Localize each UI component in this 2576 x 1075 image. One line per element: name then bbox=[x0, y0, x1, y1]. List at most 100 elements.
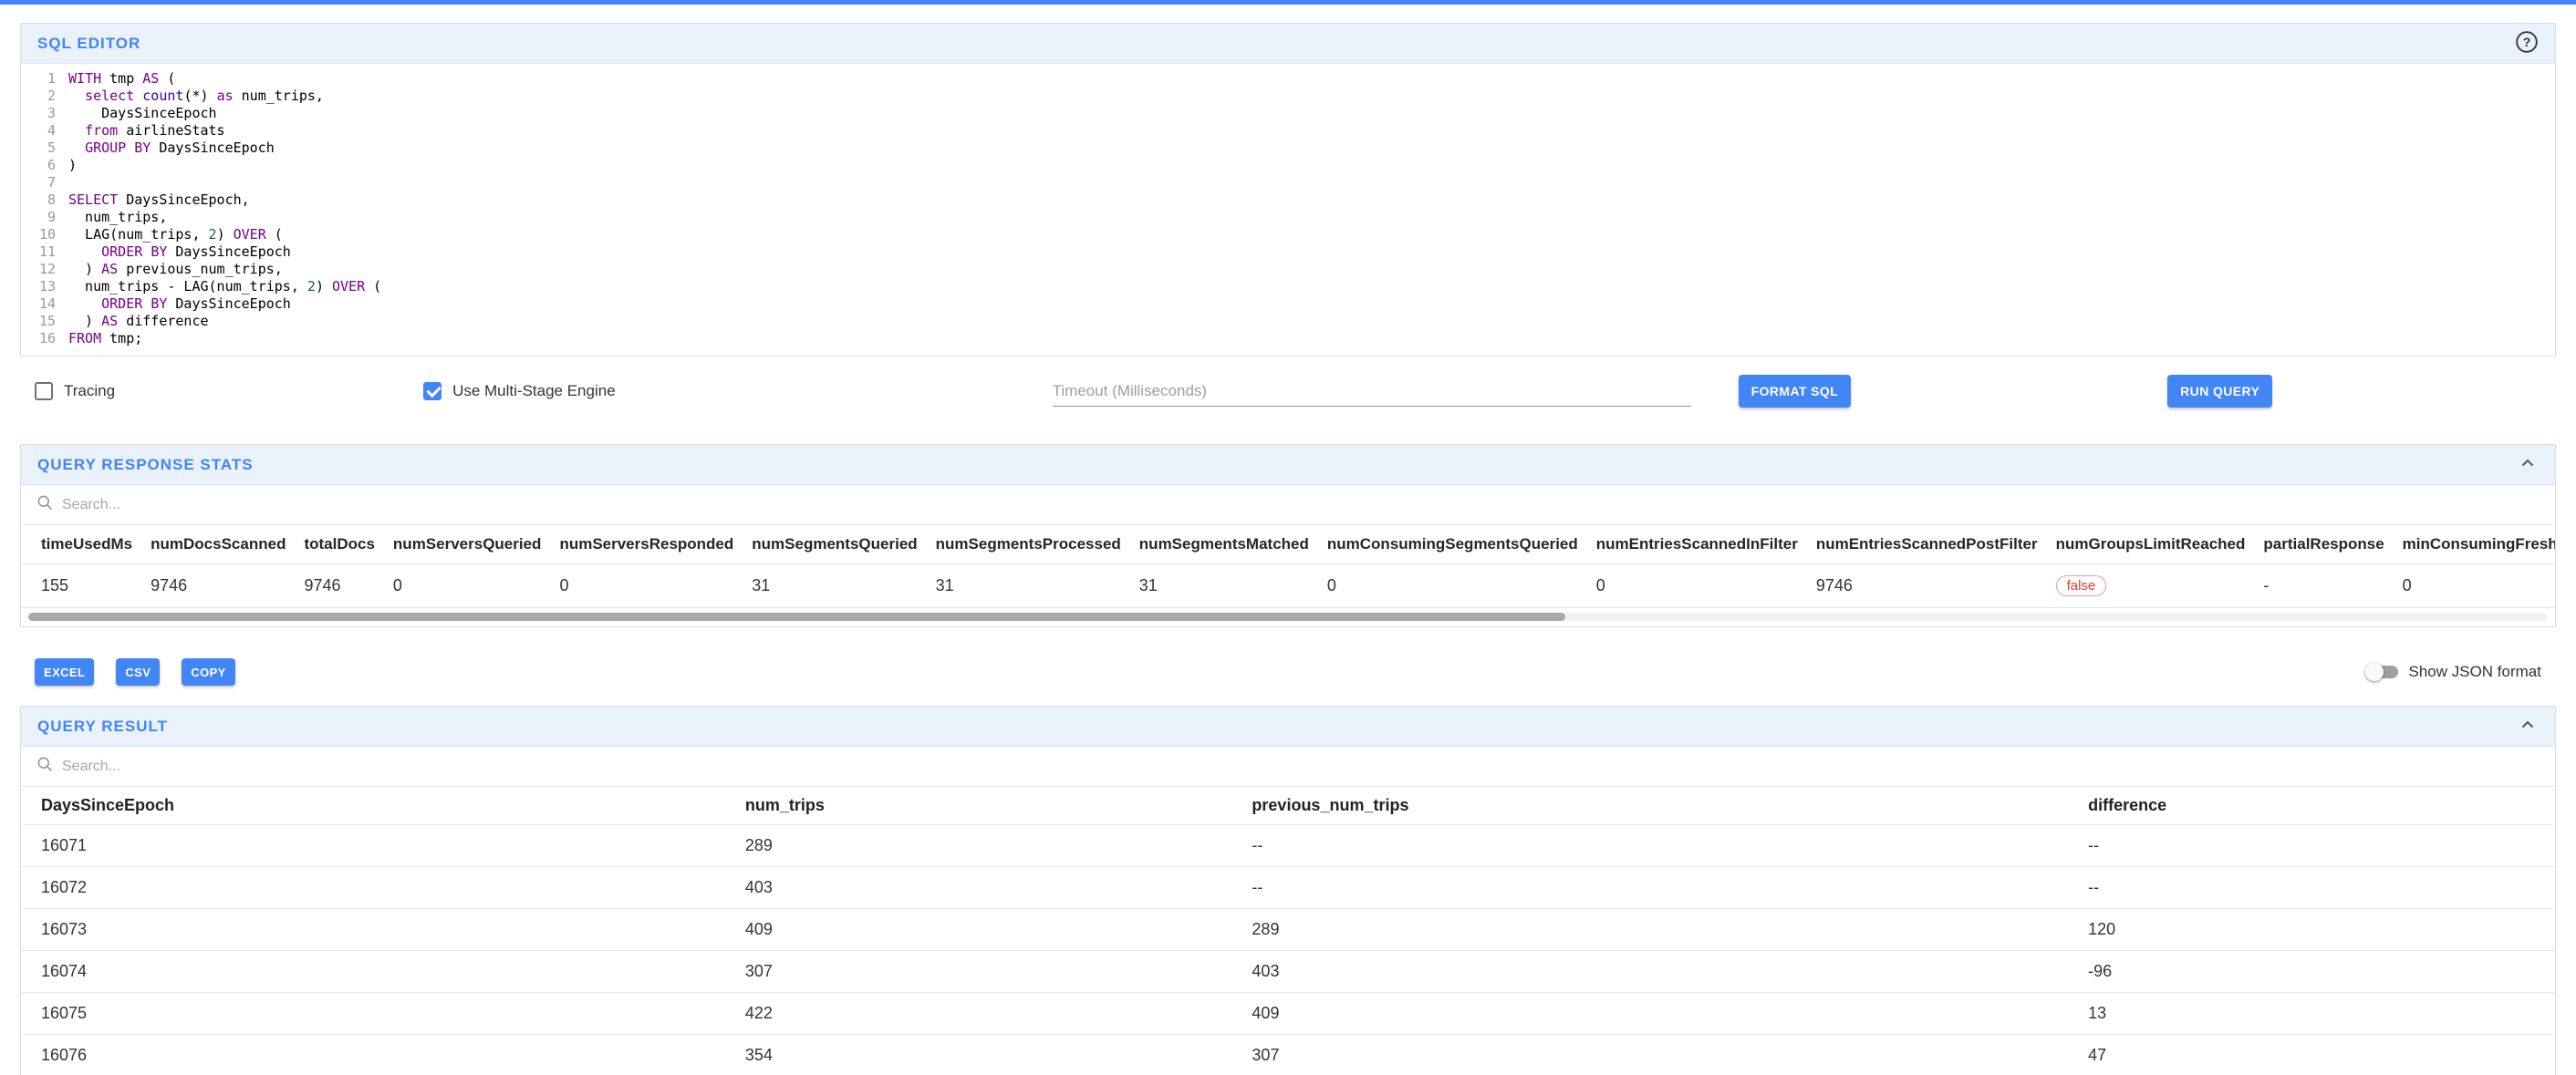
stats-cell: 31 bbox=[1130, 564, 1318, 608]
sql-editor-header: SQL EDITOR ? bbox=[21, 24, 2555, 64]
stats-column-header[interactable]: totalDocs bbox=[295, 525, 383, 564]
code-line[interactable]: select count(*) as num_trips, bbox=[68, 88, 2555, 105]
line-number: 1 bbox=[21, 70, 56, 88]
result-header-row: DaysSinceEpochnum_tripsprevious_num_trip… bbox=[21, 787, 2555, 825]
code-line[interactable]: ORDER BY DaysSinceEpoch bbox=[68, 243, 2555, 261]
code-line[interactable]: num_trips - LAG(num_trips, 2) OVER ( bbox=[68, 278, 2555, 295]
stats-table-scroll-area[interactable]: timeUsedMsnumDocsScannedtotalDocsnumServ… bbox=[21, 525, 2555, 608]
sql-editor-title: SQL EDITOR bbox=[37, 35, 140, 53]
stats-column-header[interactable]: numDocsScanned bbox=[141, 525, 295, 564]
result-cell: 120 bbox=[2073, 909, 2555, 951]
result-cell: 16075 bbox=[21, 993, 731, 1035]
stats-column-header[interactable]: numServersResponded bbox=[550, 525, 743, 564]
result-cell: 13 bbox=[2073, 993, 2555, 1035]
result-cell: 307 bbox=[1237, 1035, 2073, 1075]
query-console-page: SQL EDITOR ? 12345678910111213141516 WIT… bbox=[0, 5, 2576, 1075]
stats-data-row: 1559746974600313131009746false-00 bbox=[21, 564, 2555, 608]
result-cell: 409 bbox=[1237, 993, 2073, 1035]
table-row: 1607542240913 bbox=[21, 993, 2555, 1035]
stats-search-input[interactable] bbox=[62, 497, 445, 513]
result-collapse-button[interactable] bbox=[2517, 714, 2539, 739]
code-line[interactable]: SELECT DaysSinceEpoch, bbox=[68, 191, 2555, 209]
stats-column-header[interactable]: timeUsedMs bbox=[21, 525, 141, 564]
csv-button[interactable]: CSV bbox=[116, 658, 160, 686]
line-number: 3 bbox=[21, 105, 56, 122]
multi-stage-checkbox[interactable] bbox=[423, 382, 441, 400]
result-panel-title: QUERY RESULT bbox=[37, 718, 168, 736]
stats-column-header[interactable]: numSegmentsMatched bbox=[1130, 525, 1318, 564]
result-cell: 403 bbox=[731, 867, 1238, 909]
table-row: 16074307403-96 bbox=[21, 951, 2555, 993]
query-result-panel: QUERY RESULT DaysSinceEpochnum_tripsprev… bbox=[20, 706, 2556, 1075]
stats-column-header[interactable]: partialResponse bbox=[2254, 525, 2393, 564]
code-area[interactable]: WITH tmp AS ( select count(*) as num_tri… bbox=[68, 70, 2555, 347]
stats-panel-title: QUERY RESPONSE STATS bbox=[37, 456, 254, 474]
stats-column-header[interactable]: numSegmentsProcessed bbox=[927, 525, 1130, 564]
tracing-checkbox[interactable] bbox=[35, 382, 53, 400]
result-cell: 409 bbox=[731, 909, 1238, 951]
result-panel-header: QUERY RESULT bbox=[21, 707, 2555, 747]
line-number: 10 bbox=[21, 226, 56, 243]
line-number: 6 bbox=[21, 157, 56, 174]
horizontal-scrollbar-thumb[interactable] bbox=[28, 613, 1565, 621]
stats-header-row: timeUsedMsnumDocsScannedtotalDocsnumServ… bbox=[21, 525, 2555, 564]
result-table: DaysSinceEpochnum_tripsprevious_num_trip… bbox=[21, 787, 2555, 1075]
sql-code-editor[interactable]: 12345678910111213141516 WITH tmp AS ( se… bbox=[21, 64, 2555, 356]
code-line[interactable]: num_trips, bbox=[68, 209, 2555, 226]
result-table-body: 16071289----16072403----1607340928912016… bbox=[21, 825, 2555, 1075]
line-number: 15 bbox=[21, 313, 56, 330]
magnifier-icon bbox=[36, 493, 54, 516]
code-line[interactable]: ) bbox=[68, 157, 2555, 174]
result-column-header[interactable]: difference bbox=[2073, 787, 2555, 825]
multi-stage-control[interactable]: Use Multi-Stage Engine bbox=[423, 382, 616, 400]
line-number: 9 bbox=[21, 209, 56, 226]
timeout-input[interactable] bbox=[1053, 376, 1691, 407]
chevron-up-icon bbox=[2517, 452, 2539, 477]
code-line[interactable]: ) AS difference bbox=[68, 313, 2555, 330]
stats-column-header[interactable]: minConsumingFreshnessTimeMs bbox=[2394, 525, 2555, 564]
code-line[interactable]: ORDER BY DaysSinceEpoch bbox=[68, 295, 2555, 313]
code-line[interactable]: DaysSinceEpoch bbox=[68, 105, 2555, 122]
stats-column-header[interactable]: numEntriesScannedPostFilter bbox=[1807, 525, 2047, 564]
stats-column-header[interactable]: numEntriesScannedInFilter bbox=[1587, 525, 1807, 564]
stats-column-header[interactable]: numSegmentsQueried bbox=[743, 525, 926, 564]
result-cell: 16071 bbox=[21, 825, 731, 867]
copy-button[interactable]: COPY bbox=[182, 658, 234, 686]
result-column-header[interactable]: DaysSinceEpoch bbox=[21, 787, 731, 825]
code-line[interactable]: ) AS previous_num_trips, bbox=[68, 261, 2555, 278]
stats-search-row bbox=[21, 485, 2555, 525]
code-line[interactable]: LAG(num_trips, 2) OVER ( bbox=[68, 226, 2555, 243]
result-cell: 16074 bbox=[21, 951, 731, 993]
result-cell: -- bbox=[1237, 867, 2073, 909]
code-line[interactable]: FROM tmp; bbox=[68, 330, 2555, 347]
multi-stage-label: Use Multi-Stage Engine bbox=[452, 382, 616, 400]
code-line[interactable]: from airlineStats bbox=[68, 122, 2555, 140]
stats-column-header[interactable]: numGroupsLimitReached bbox=[2047, 525, 2255, 564]
format-sql-button[interactable]: FORMAT SQL bbox=[1739, 375, 1852, 408]
tracing-control[interactable]: Tracing bbox=[35, 382, 115, 400]
stats-cell: - bbox=[2254, 564, 2393, 608]
stats-cell: 9746 bbox=[1807, 564, 2047, 608]
stats-column-header[interactable]: numConsumingSegmentsQueried bbox=[1318, 525, 1587, 564]
result-search-input[interactable] bbox=[62, 759, 445, 775]
stats-cell: 9746 bbox=[141, 564, 295, 608]
stats-cell: 0 bbox=[2394, 564, 2555, 608]
show-json-toggle[interactable] bbox=[2365, 663, 2400, 681]
result-cell: 422 bbox=[731, 993, 1238, 1035]
stats-cell: 9746 bbox=[295, 564, 383, 608]
excel-button[interactable]: EXCEL bbox=[35, 658, 94, 686]
code-line[interactable] bbox=[68, 174, 2555, 191]
stats-collapse-button[interactable] bbox=[2517, 452, 2539, 477]
result-column-header[interactable]: num_trips bbox=[731, 787, 1238, 825]
sql-editor-panel: SQL EDITOR ? 12345678910111213141516 WIT… bbox=[20, 23, 2556, 357]
code-line[interactable]: WITH tmp AS ( bbox=[68, 70, 2555, 88]
code-line[interactable]: GROUP BY DaysSinceEpoch bbox=[68, 140, 2555, 157]
result-column-header[interactable]: previous_num_trips bbox=[1237, 787, 2073, 825]
result-cell: -- bbox=[2073, 867, 2555, 909]
line-number: 13 bbox=[21, 278, 56, 295]
stats-column-header[interactable]: numServersQueried bbox=[384, 525, 551, 564]
help-button[interactable]: ? bbox=[2515, 30, 2539, 57]
run-query-button[interactable]: RUN QUERY bbox=[2167, 375, 2272, 408]
result-cell: 307 bbox=[731, 951, 1238, 993]
table-row: 1607635430747 bbox=[21, 1035, 2555, 1075]
